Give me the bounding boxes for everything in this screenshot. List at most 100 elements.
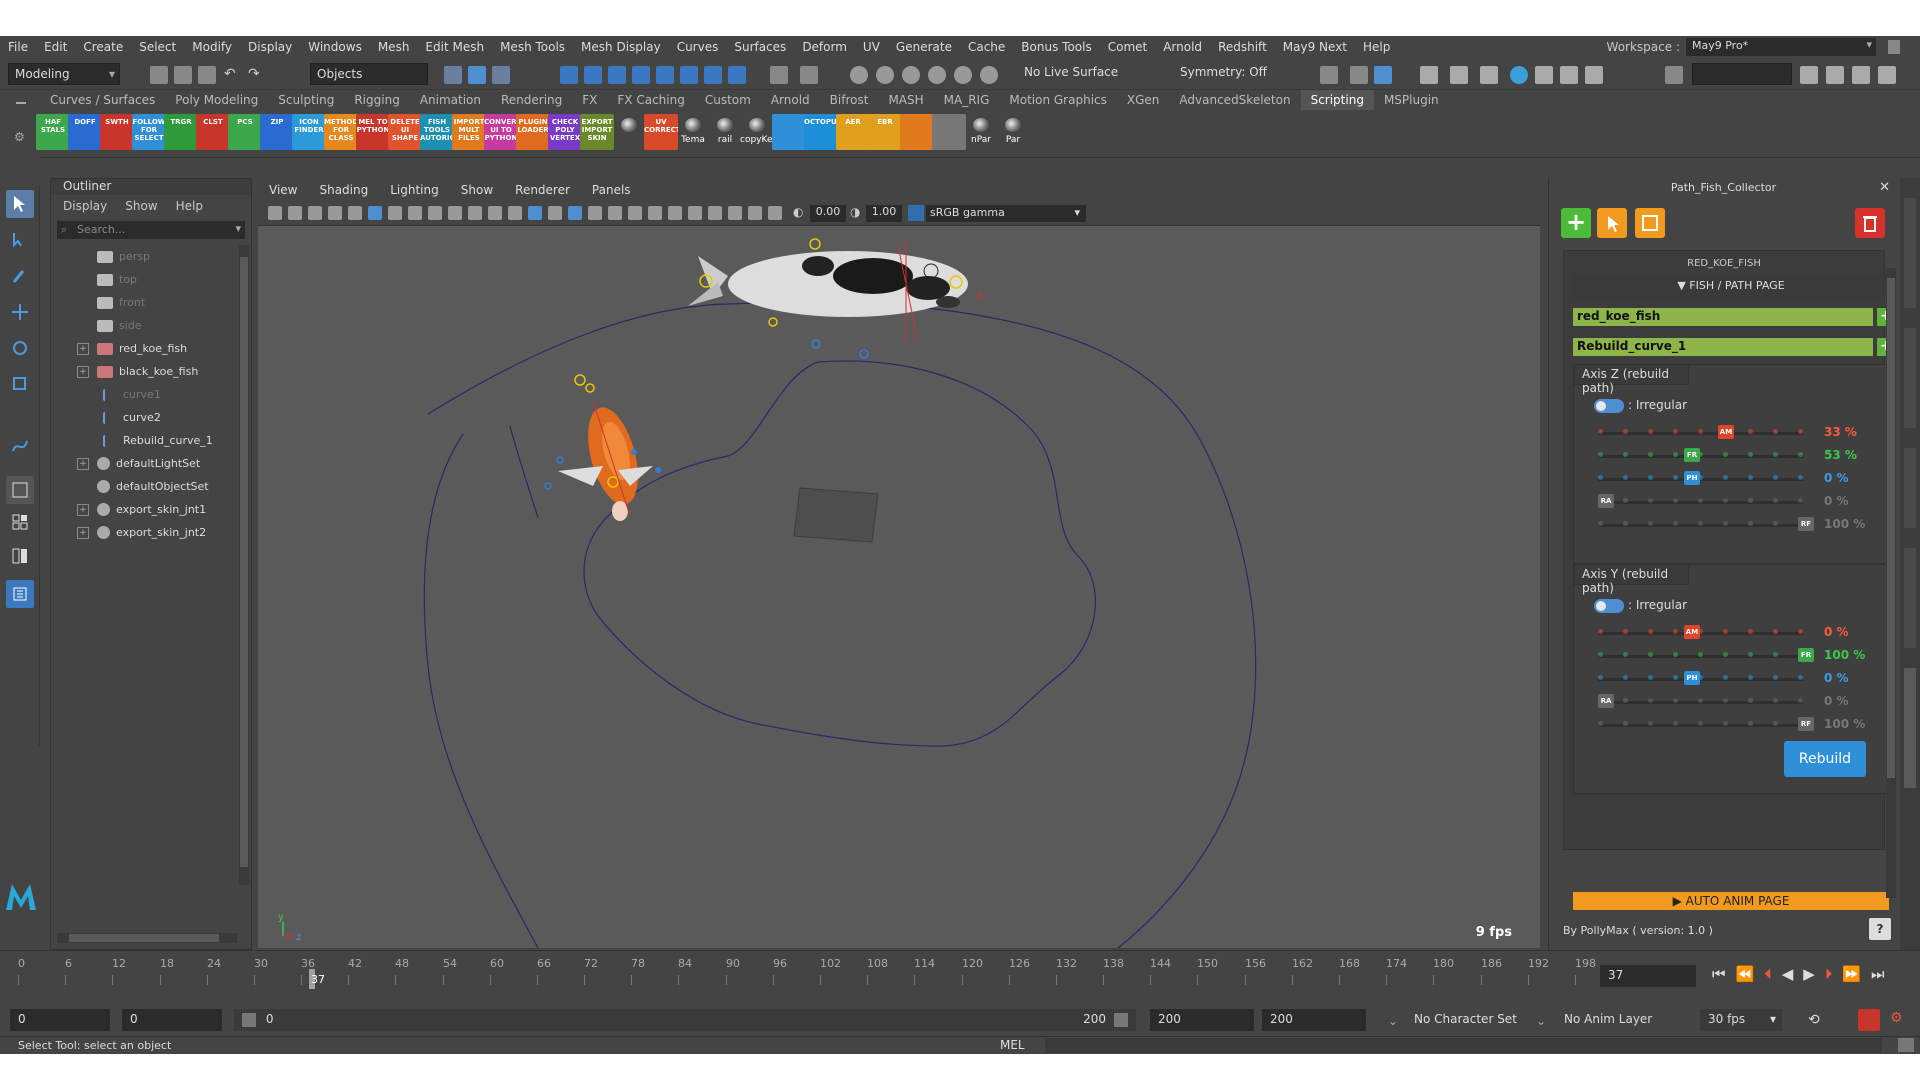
modeling-toolkit-icon[interactable] [1878,66,1896,84]
shelf-button-trgr[interactable]: TRGR [164,114,198,150]
shelf-button-delete-ui-shape[interactable]: DELETE UI SHAPE [388,114,422,150]
resolution-gate-icon[interactable] [428,206,442,220]
go-to-end-icon[interactable]: ⏭ [1871,965,1885,983]
menu-uv[interactable]: UV [855,40,888,54]
slider-handle-fr[interactable]: FR [1684,448,1700,462]
textured-icon[interactable] [568,206,582,220]
shelf-tab-fx-caching[interactable]: FX Caching [607,90,694,110]
shelf-button-icon-18[interactable] [612,114,646,150]
black-koe-fish-mesh[interactable] [688,238,984,359]
anim-layer-icon[interactable]: ⌄ [1536,1014,1546,1028]
animation-start-field[interactable]: 0 [10,1009,110,1031]
anim-prefs-icon[interactable]: ⚙ [1890,1010,1903,1026]
shelf-gear-icon[interactable]: ⚙ [14,130,25,144]
current-frame-field[interactable]: 37 [1600,965,1696,987]
curve-segment[interactable] [509,425,539,519]
viewport-menu-lighting[interactable]: Lighting [379,183,450,197]
two-view-icon[interactable] [6,542,34,570]
timeline-ruler[interactable]: 0 6 12 18 24 30 36 42 48 54 60 66 72 78 84 90 96 102 108 11… [18,955,1596,989]
pause-icon[interactable] [1585,66,1603,84]
shelf-tab-scripting[interactable]: Scripting [1300,90,1374,110]
shelf-tab-msplugin[interactable]: MSPlugin [1374,90,1449,110]
menu-modify[interactable]: Modify [184,40,240,54]
dof-icon[interactable] [688,206,702,220]
menu-windows[interactable]: Windows [300,40,370,54]
toggle-panel-icon[interactable] [1665,66,1683,84]
outliner-item-front[interactable]: front [55,291,235,314]
aa-icon[interactable] [668,206,682,220]
input-output-icon[interactable] [800,66,818,84]
viewport-menu-panels[interactable]: Panels [581,183,642,197]
ao-icon[interactable] [628,206,642,220]
render-setup-icon[interactable] [1480,66,1498,84]
select-tool-icon[interactable] [6,190,34,218]
loop-icon[interactable]: ⟲ [1808,1012,1820,1028]
ipr-render-icon[interactable] [1374,66,1392,84]
fish-path-page-toggle[interactable]: ▼ FISH / PATH PAGE [1573,274,1889,298]
gamma-field[interactable]: 1.00 [866,205,902,222]
shelf-button-icon-28[interactable] [932,114,966,150]
new-scene-icon[interactable] [150,66,168,84]
rotate-tool-icon[interactable] [6,334,34,362]
slider-rf[interactable]: RF 100 % [1598,517,1888,533]
shelf-button-haf-stals[interactable]: HAF STALS [36,114,70,150]
camera-select-icon[interactable] [268,206,282,220]
select-fish-button[interactable] [1597,208,1627,238]
shelf-tab-rigging[interactable]: Rigging [344,90,409,110]
character-set-dropdown[interactable]: No Character Set [1414,1012,1517,1026]
range-start-handle[interactable] [242,1012,256,1027]
shelf-button-uv-correct[interactable]: UV CORRECT [644,114,678,150]
wireframe-on-shaded-icon[interactable] [548,206,562,220]
go-to-start-icon[interactable]: ⏮ [1712,965,1726,983]
uv-toolkit-tab[interactable] [1904,448,1916,528]
outliner-menu-show[interactable]: Show [125,199,157,213]
outliner-menu-help[interactable]: Help [176,199,203,213]
snap-view-icon[interactable] [680,66,698,84]
menu-edit-mesh[interactable]: Edit Mesh [417,40,492,54]
shelf-button-mel-to-python[interactable]: MEL TO PYTHON [356,114,390,150]
shadows-icon[interactable] [608,206,622,220]
arnold-render-icon[interactable] [1535,66,1553,84]
lights-icon[interactable] [588,206,602,220]
shelf-button-clst[interactable]: CLST [196,114,230,150]
color-management-icon[interactable] [908,205,924,221]
axis-y-toggle[interactable] [1594,599,1624,613]
menu-comet[interactable]: Comet [1100,40,1156,54]
film-gate-icon[interactable] [408,206,422,220]
lasso-icon[interactable] [902,66,920,84]
path-fish-collector-tab[interactable] [1904,668,1916,788]
step-forward-icon[interactable]: ⏩ [1842,965,1861,983]
snap-plane-icon[interactable] [632,66,650,84]
slider-handle-rf[interactable]: RF [1798,717,1814,731]
light-editor-icon[interactable] [1510,66,1528,84]
construction-icon[interactable] [876,66,894,84]
menu-cache[interactable]: Cache [960,40,1013,54]
shelf-tab-bifrost[interactable]: Bifrost [820,90,879,110]
history-icon[interactable] [850,66,868,84]
outliner-item-persp[interactable]: persp [55,245,235,268]
shelf-tab-poly-modeling[interactable]: Poly Modeling [165,90,268,110]
shelf-tab-curves-surfaces[interactable]: Curves / Surfaces [40,90,165,110]
slider-ph[interactable]: PH 0 % [1598,471,1888,487]
symmetry-label[interactable]: Symmetry: Off [1180,65,1300,79]
shelf-button-fish-tools-autorig[interactable]: FISH TOOLS AUTORIG [420,114,454,150]
shelf-tab-mash[interactable]: MASH [878,90,933,110]
outliner-item-defaultobjectset[interactable]: defaultObjectSet [55,475,235,498]
live-surface-label[interactable]: No Live Surface [1024,65,1144,79]
menu-select[interactable]: Select [131,40,184,54]
render-view-icon[interactable] [1320,66,1338,84]
expand-icon[interactable]: + [77,365,89,378]
snap-curve-icon[interactable] [584,66,602,84]
script-editor-icon[interactable] [1898,1038,1914,1052]
outliner-item-curve1[interactable]: curve1 [55,383,235,406]
shelf-tab-custom[interactable]: Custom [695,90,761,110]
outliner-item-curve2[interactable]: curve2 [55,406,235,429]
redo-icon[interactable]: ↷ [248,66,266,84]
outer-path-curve-left[interactable] [423,433,539,948]
safe-action-icon[interactable] [488,206,502,220]
menu-mesh-display[interactable]: Mesh Display [573,40,669,54]
menu-may9-next[interactable]: May9 Next [1275,40,1355,54]
attribute-editor-icon[interactable] [1800,66,1818,84]
mode-dropdown[interactable]: Modeling ▾ [8,63,120,85]
outliner-item-rebuild-curve-1[interactable]: Rebuild_curve_1 [55,429,235,452]
